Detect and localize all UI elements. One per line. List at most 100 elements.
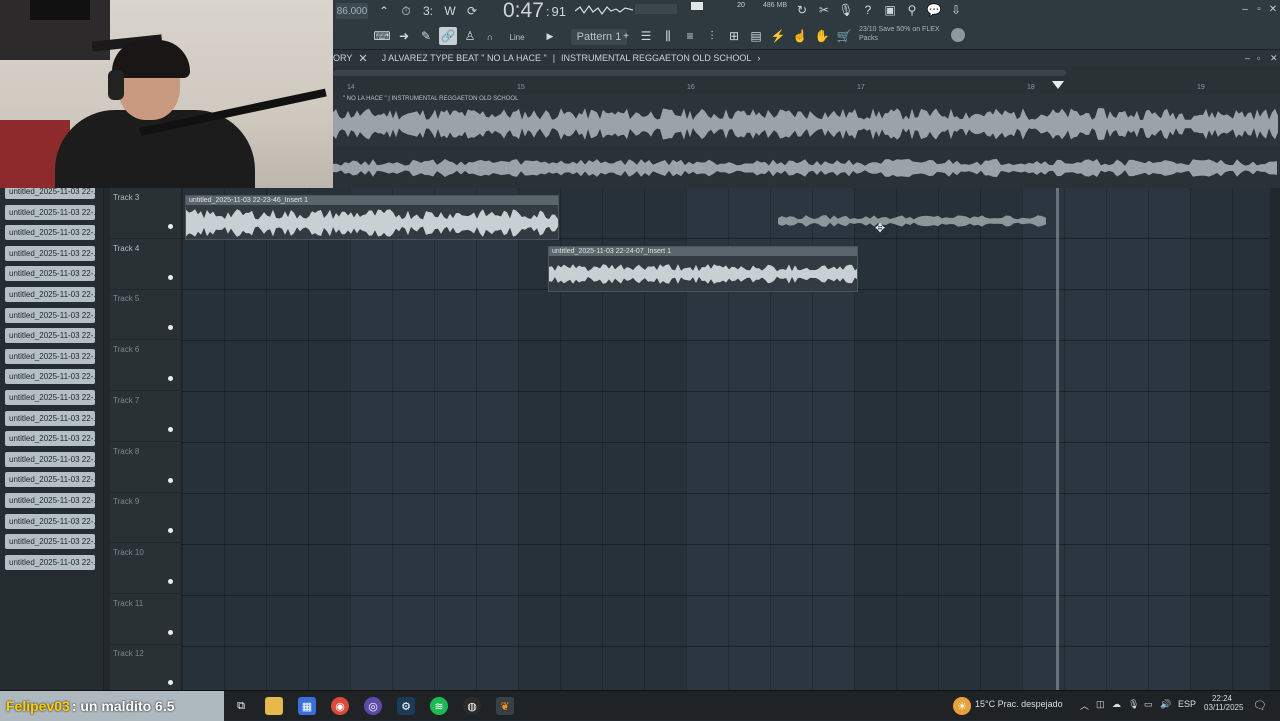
audio-clip-2[interactable]: untitled_2025-11-03 22-24-07_Insert 1 bbox=[548, 246, 858, 292]
discord-icon[interactable]: ◎ bbox=[364, 697, 382, 715]
promo-text[interactable]: 23/10 Save 50% on FLEX Packs bbox=[859, 25, 959, 47]
track-header[interactable]: Track 8 bbox=[110, 442, 182, 493]
save-icon[interactable]: ▣ bbox=[881, 1, 899, 19]
restore-icon[interactable]: ▫ bbox=[1253, 4, 1265, 15]
chrome-icon[interactable]: ◉ bbox=[331, 697, 349, 715]
track-mute-indicator[interactable] bbox=[168, 578, 173, 584]
browser-audio-file[interactable]: untitled_2025-11-03 22-... bbox=[5, 266, 95, 282]
tray-mic-icon[interactable]: 🎙 bbox=[1128, 699, 1139, 710]
tray-app-icon[interactable]: ◫ bbox=[1096, 699, 1105, 710]
add-pattern-icon[interactable]: + bbox=[617, 27, 635, 45]
browser-audio-file[interactable]: untitled_2025-11-03 22-... bbox=[5, 225, 95, 241]
track-mute-indicator[interactable] bbox=[168, 528, 173, 534]
track-header[interactable]: Track 3 bbox=[110, 188, 182, 239]
track-name[interactable]: Track 8 bbox=[113, 447, 139, 456]
minimize-icon[interactable]: – bbox=[1239, 4, 1251, 15]
plugin-icon[interactable]: ⚲ bbox=[903, 1, 921, 19]
track-header[interactable]: Track 5 bbox=[110, 289, 182, 341]
download-icon[interactable]: ⇩ bbox=[947, 1, 965, 19]
cart-icon[interactable]: 🛒 bbox=[835, 27, 853, 45]
loop-record-icon[interactable]: ⟳ bbox=[463, 2, 481, 20]
track-name[interactable]: Track 7 bbox=[113, 396, 139, 405]
browser-audio-file[interactable]: untitled_2025-11-03 22-... bbox=[5, 513, 95, 529]
chat-icon[interactable]: 💬 bbox=[925, 1, 943, 19]
browser-audio-file[interactable]: untitled_2025-11-03 22-... bbox=[5, 287, 95, 302]
track-header[interactable]: Track 9 bbox=[110, 492, 182, 544]
browser-audio-file[interactable]: untitled_2025-11-03 22-... bbox=[5, 431, 95, 447]
track-header[interactable]: Track 6 bbox=[110, 340, 182, 392]
help-icon[interactable]: ? bbox=[859, 1, 877, 19]
tools-icon[interactable]: ✂ bbox=[815, 1, 833, 19]
browser-icon[interactable]: ⊞ bbox=[725, 27, 743, 45]
track-mute-indicator[interactable] bbox=[168, 376, 173, 382]
piano-roll-icon[interactable]: ⌨ bbox=[373, 27, 391, 45]
notes-icon[interactable]: ▤ bbox=[747, 27, 765, 45]
timeline-ruler[interactable]: 14 15 16 17 18 19 bbox=[333, 66, 1280, 94]
channel-rack-icon[interactable]: ⫼ bbox=[659, 27, 677, 45]
playhead-marker[interactable] bbox=[1052, 81, 1064, 89]
arrow-right-icon[interactable]: ➜ bbox=[395, 27, 413, 45]
steam-icon[interactable]: ⚙ bbox=[397, 697, 415, 715]
link-icon[interactable]: 🔗 bbox=[439, 27, 457, 45]
vocal-track-top[interactable] bbox=[333, 146, 1280, 188]
close-icon[interactable]: ✕ bbox=[1267, 4, 1279, 15]
countdown-icon[interactable]: 3: bbox=[419, 2, 437, 20]
horizontal-scrollbar[interactable] bbox=[333, 70, 1066, 76]
browser-audio-file[interactable]: untitled_2025-11-03 22-... bbox=[5, 472, 95, 488]
playlist-minimize-icon[interactable]: – bbox=[1245, 53, 1250, 63]
browser-audio-file[interactable]: untitled_2025-11-03 22-... bbox=[5, 245, 95, 261]
faders-icon[interactable]: ⫶ bbox=[703, 27, 721, 45]
track-mute-indicator[interactable] bbox=[168, 325, 173, 331]
playlist-close-window-icon[interactable]: ✕ bbox=[1270, 53, 1278, 64]
track-name[interactable]: Track 9 bbox=[113, 497, 139, 506]
track-name[interactable]: Track 11 bbox=[113, 599, 143, 608]
task-view-icon[interactable]: ⧉ bbox=[232, 697, 250, 715]
browser-audio-file[interactable]: untitled_2025-11-03 22-... bbox=[5, 307, 95, 323]
track-mute-indicator[interactable] bbox=[168, 680, 173, 686]
language-indicator[interactable]: ESP bbox=[1178, 699, 1196, 709]
track-name[interactable]: Track 10 bbox=[113, 548, 144, 557]
track-mute-indicator[interactable] bbox=[168, 274, 173, 280]
store-icon[interactable]: ▦ bbox=[298, 697, 316, 715]
browser-audio-file[interactable]: untitled_2025-11-03 22-... bbox=[5, 493, 95, 508]
playlist-restore-icon[interactable]: ▫ bbox=[1257, 53, 1260, 63]
beat-track[interactable]: " NO LA HACE " | INSTRUMENTAL REGGAETON … bbox=[333, 94, 1280, 146]
track-name[interactable]: Track 12 bbox=[113, 649, 144, 658]
paint-icon[interactable]: ✎ bbox=[417, 27, 435, 45]
file-explorer-icon[interactable] bbox=[265, 697, 283, 715]
track-header[interactable]: Track 4 bbox=[110, 239, 182, 290]
chevron-right-icon[interactable]: › bbox=[757, 53, 760, 63]
wait-icon[interactable]: ⏱ bbox=[397, 2, 415, 20]
microphone-icon[interactable]: 🎙 bbox=[837, 1, 855, 19]
master-volume-slider[interactable] bbox=[635, 4, 677, 14]
track-name[interactable]: Track 3 bbox=[113, 193, 139, 202]
browser-audio-file[interactable]: untitled_2025-11-03 22-... bbox=[5, 451, 95, 467]
tray-volume-icon[interactable]: 🔊 bbox=[1160, 699, 1171, 710]
obs-icon[interactable]: ◍ bbox=[463, 697, 481, 715]
track-name[interactable]: Track 5 bbox=[113, 294, 139, 303]
browser-audio-file[interactable]: untitled_2025-11-03 22-... bbox=[5, 204, 95, 220]
track-mute-indicator[interactable] bbox=[168, 477, 173, 483]
plug-icon[interactable]: ⚡ bbox=[769, 27, 787, 45]
browser-audio-file[interactable]: untitled_2025-11-03 22-... bbox=[5, 554, 95, 570]
stamp-icon[interactable]: ♙ bbox=[461, 27, 479, 45]
audio-clip-1[interactable]: untitled_2025-11-03 22-23-46_Insert 1 bbox=[185, 195, 559, 240]
snap-selector[interactable]: Line bbox=[493, 30, 541, 44]
tempo-display[interactable]: 86.000 bbox=[336, 3, 368, 19]
track-mute-indicator[interactable] bbox=[168, 629, 173, 635]
notification-icon[interactable]: 🗨 bbox=[1253, 699, 1267, 712]
browser-audio-file[interactable]: untitled_2025-11-03 22-... bbox=[5, 410, 95, 426]
track-name[interactable]: Track 4 bbox=[113, 244, 139, 253]
hand-icon[interactable]: ✋ bbox=[813, 27, 831, 45]
globe-icon[interactable] bbox=[951, 28, 965, 42]
playlist-icon[interactable]: ☰ bbox=[637, 27, 655, 45]
track-mute-indicator[interactable] bbox=[168, 426, 173, 432]
browser-audio-file[interactable]: untitled_2025-11-03 22-... bbox=[5, 369, 95, 385]
playlist-close-icon[interactable]: ✕ bbox=[358, 52, 367, 65]
tray-network-icon[interactable]: ▭ bbox=[1144, 699, 1153, 710]
browser-audio-file[interactable]: untitled_2025-11-03 22-... bbox=[5, 328, 95, 344]
touch-icon[interactable]: ☝ bbox=[791, 27, 809, 45]
tray-chevron-icon[interactable]: ︿ bbox=[1080, 699, 1089, 712]
track-name[interactable]: Track 6 bbox=[113, 345, 139, 354]
play-small-icon[interactable]: ▶ bbox=[541, 27, 559, 45]
